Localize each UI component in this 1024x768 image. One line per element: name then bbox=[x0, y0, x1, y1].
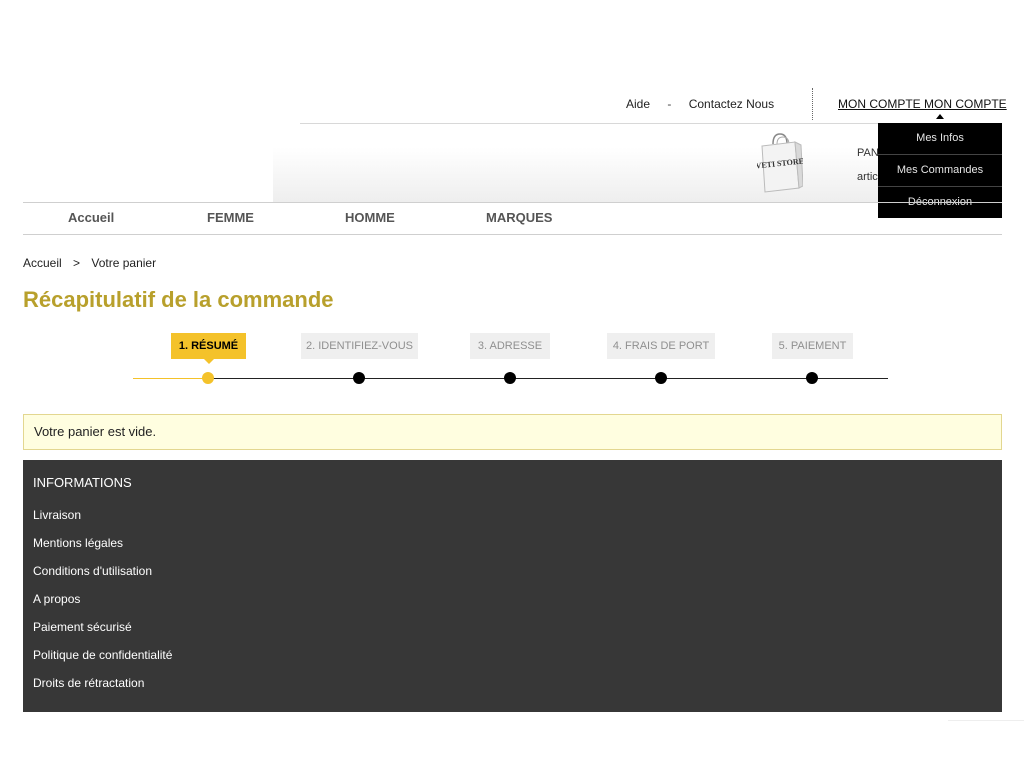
menu-item-my-orders[interactable]: Mes Commandes bbox=[878, 155, 1002, 187]
footer-link-withdrawal[interactable]: Droits de rétractation bbox=[33, 676, 144, 690]
step-payment: 5. PAIEMENT bbox=[772, 333, 853, 359]
top-divider bbox=[812, 88, 813, 120]
step-summary: 1. RÉSUMÉ bbox=[171, 333, 246, 359]
menu-item-my-info[interactable]: Mes Infos bbox=[878, 123, 1002, 155]
step-identify: 2. IDENTIFIEZ-VOUS bbox=[301, 333, 418, 359]
footer-link-delivery[interactable]: Livraison bbox=[33, 508, 81, 522]
page-title: Récapitulatif de la commande bbox=[23, 287, 334, 312]
footer-informations: INFORMATIONS Livraison Mentions légales … bbox=[23, 460, 1002, 712]
step-dot-active bbox=[202, 372, 214, 384]
step-dot bbox=[504, 372, 516, 384]
bottom-divider bbox=[948, 720, 1024, 721]
cart-count[interactable]: artic bbox=[857, 171, 878, 183]
breadcrumb-home-link[interactable]: Accueil bbox=[23, 256, 62, 270]
contact-link[interactable]: Contactez Nous bbox=[689, 97, 774, 111]
step-dot bbox=[353, 372, 365, 384]
nav-item-brands[interactable]: MARQUES bbox=[486, 210, 552, 225]
empty-cart-message: Votre panier est vide. bbox=[34, 424, 157, 439]
active-step-pointer-icon bbox=[204, 359, 214, 364]
footer-link-privacy[interactable]: Politique de confidentialité bbox=[33, 648, 172, 662]
cart-label[interactable]: PAN bbox=[857, 147, 879, 159]
step-shipping: 4. FRAIS DE PORT bbox=[607, 333, 715, 359]
breadcrumb: Accueil > Votre panier bbox=[23, 256, 156, 270]
main-nav: Accueil FEMME HOMME MARQUES bbox=[23, 202, 1002, 235]
footer-link-legal[interactable]: Mentions légales bbox=[33, 536, 123, 550]
breadcrumb-current: Votre panier bbox=[91, 256, 157, 270]
help-link[interactable]: Aide bbox=[626, 97, 650, 111]
step-address: 3. ADRESSE bbox=[470, 333, 550, 359]
step-dot bbox=[806, 372, 818, 384]
nav-item-women[interactable]: FEMME bbox=[207, 210, 254, 225]
footer-link-terms[interactable]: Conditions d'utilisation bbox=[33, 564, 152, 578]
account-menu-button[interactable]: MON COMPTE MON COMPTE bbox=[838, 97, 1007, 111]
nav-item-home[interactable]: Accueil bbox=[68, 210, 114, 225]
empty-cart-notice: Votre panier est vide. bbox=[23, 414, 1002, 450]
shopping-bag-icon[interactable]: VETI STORE bbox=[755, 130, 804, 194]
breadcrumb-separator: > bbox=[73, 256, 81, 270]
footer-link-about[interactable]: A propos bbox=[33, 592, 80, 606]
progress-track-done bbox=[133, 378, 208, 379]
top-links: Aide - Contactez Nous bbox=[626, 97, 774, 111]
footer-link-secure-payment[interactable]: Paiement sécurisé bbox=[33, 620, 132, 634]
footer-heading: INFORMATIONS bbox=[33, 475, 132, 490]
step-dot bbox=[655, 372, 667, 384]
dropdown-caret-icon bbox=[936, 114, 944, 119]
nav-item-men[interactable]: HOMME bbox=[345, 210, 395, 225]
top-links-separator: - bbox=[667, 97, 672, 111]
progress-track bbox=[208, 378, 888, 379]
